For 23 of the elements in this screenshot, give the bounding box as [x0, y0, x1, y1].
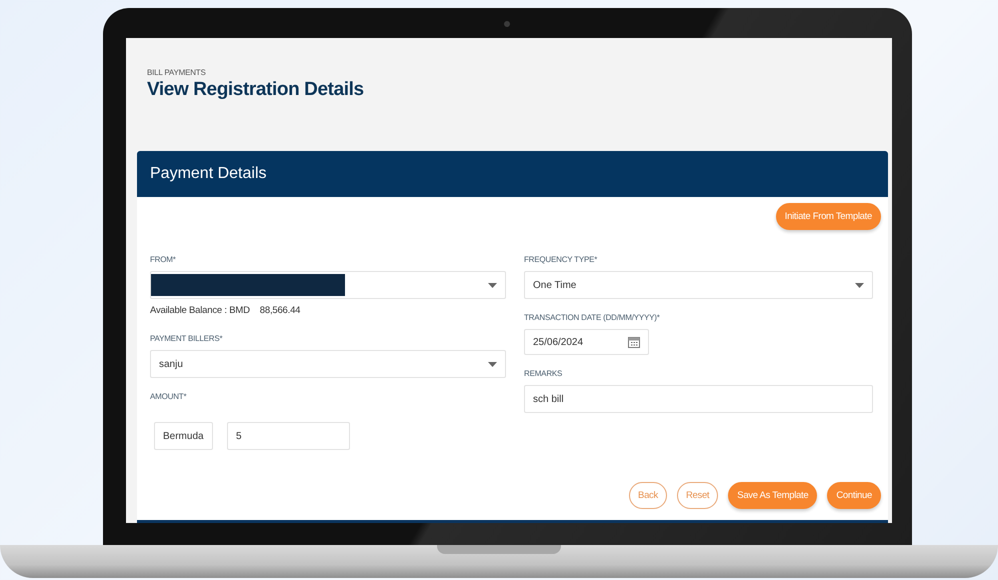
breadcrumb: BILL PAYMENTS [147, 68, 206, 77]
field-label: TRANSACTION DATE (DD/MM/YYYY)* [524, 312, 661, 324]
page-title: View Registration Details [147, 79, 364, 101]
field-label: REMARKS [524, 368, 564, 380]
dropdown-caret-icon[interactable] [488, 362, 497, 366]
dropdown-caret-icon[interactable] [488, 282, 497, 288]
balance-value: 88,566.44 [260, 305, 300, 316]
field-label: FREQUENCY TYPE* [524, 254, 598, 266]
select-field[interactable] [150, 271, 506, 299]
field-label: PAYMENT BILLERS* [150, 333, 224, 345]
currency-field[interactable]: Bermuda [154, 422, 213, 450]
amount-field[interactable]: 5 [227, 422, 350, 450]
field-label: FROM* [150, 254, 177, 266]
camera-icon [504, 21, 510, 27]
text-field[interactable]: sch bill [524, 385, 873, 413]
date-field[interactable]: 25/06/2024 [524, 329, 649, 355]
dropdown-caret-icon[interactable] [855, 282, 864, 288]
calendar-icon[interactable] [628, 336, 640, 348]
select-field[interactable]: One Time [524, 271, 873, 299]
select-field[interactable]: sanju [150, 350, 506, 378]
field-label: AMOUNT* [150, 391, 188, 403]
panel-title: Payment Details [137, 151, 888, 197]
balance-label: Available Balance : BMD [150, 305, 250, 316]
